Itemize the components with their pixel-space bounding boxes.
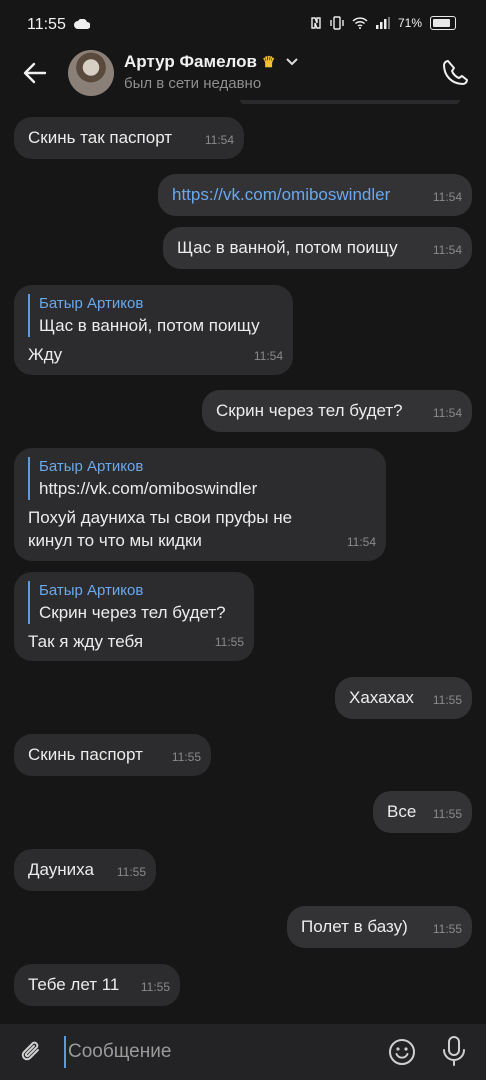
message-time: 11:55 — [116, 865, 146, 879]
crown-icon: ♛ — [261, 54, 276, 71]
message-text: Похуй дауниха ты свои пруфы не кинул то … — [28, 508, 293, 550]
message-time: 11:55 — [432, 693, 462, 707]
signal-icon — [375, 17, 390, 29]
wifi-icon — [352, 17, 368, 29]
message-composer: Сообщение — [0, 1024, 486, 1080]
message-outgoing[interactable]: Все 11:55 — [373, 791, 472, 833]
reply-quote[interactable]: Батыр Артиков https://vk.com/omiboswindl… — [28, 457, 372, 500]
message-time: 11:54 — [253, 349, 283, 363]
message-incoming[interactable]: Дауниха 11:55 — [14, 849, 156, 891]
message-time: 11:55 — [171, 750, 201, 764]
chevron-down-icon — [286, 58, 299, 66]
avatar[interactable] — [68, 50, 114, 96]
message-time: 11:54 — [432, 190, 462, 204]
chat-header: Артур Фамелов ♛ был в сети недавно — [0, 48, 486, 100]
contact-name-row[interactable]: Артур Фамелов ♛ — [124, 52, 299, 72]
message-incoming[interactable]: Скинь так паспорт 11:54 — [14, 117, 244, 159]
battery-percent: 71% — [397, 16, 422, 30]
message-incoming[interactable]: Скинь паспорт 11:55 — [14, 734, 211, 776]
last-seen-status: был в сети недавно — [124, 75, 262, 92]
message-time: 11:55 — [432, 922, 462, 936]
message-time: 11:54 — [432, 406, 462, 420]
message-time: 11:55 — [432, 807, 462, 821]
message-outgoing[interactable]: Хахахах 11:55 — [335, 677, 472, 719]
message-time: 11:54 — [346, 535, 376, 549]
message-time: 11:55 — [140, 980, 170, 994]
reply-text: https://vk.com/omiboswindler — [39, 479, 258, 498]
message-text: Так я жду тебя — [28, 632, 144, 651]
paperclip-icon[interactable] — [18, 1038, 46, 1066]
microphone-icon[interactable] — [440, 1035, 468, 1067]
status-time: 11:55 — [27, 16, 66, 33]
reply-author: Батыр Артиков — [39, 295, 144, 312]
message-time: 11:55 — [214, 635, 244, 649]
message-text: Жду — [28, 345, 63, 364]
message-time: 11:54 — [204, 133, 234, 147]
battery-icon — [430, 16, 456, 30]
reply-quote[interactable]: Батыр Артиков Скрин через тел будет? — [28, 581, 240, 624]
reply-text: Щас в ванной, потом поищу — [39, 316, 260, 335]
message-input[interactable]: Сообщение — [64, 1036, 368, 1068]
message-link[interactable]: https://vk.com/omiboswindler — [172, 183, 458, 206]
message-incoming[interactable]: Тебе лет 11 11:55 — [14, 964, 180, 1006]
message-list[interactable]: Скинь так паспорт 11:54 https://vk.com/o… — [0, 100, 486, 1024]
message-text: Щас в ванной, потом поищу — [177, 238, 398, 257]
back-arrow-icon[interactable] — [20, 58, 50, 88]
emoji-icon[interactable] — [387, 1037, 417, 1067]
message-outgoing[interactable]: https://vk.com/omiboswindler 11:54 — [158, 174, 472, 216]
status-icons: 71% — [310, 16, 456, 30]
message-text: Скинь так паспорт — [28, 128, 173, 147]
message-text: Скрин через тел будет? — [216, 401, 403, 420]
reply-quote[interactable]: Батыр Артиков Щас в ванной, потом поищу — [28, 294, 279, 337]
message-outgoing[interactable]: Скрин через тел будет? 11:54 — [202, 390, 472, 432]
contact-name: Артур Фамелов — [124, 52, 257, 71]
reply-text: Скрин через тел будет? — [39, 603, 226, 622]
reply-author: Батыр Артиков — [39, 458, 144, 475]
message-outgoing[interactable]: Полет в базу) 11:55 — [287, 906, 472, 948]
message-outgoing[interactable]: Щас в ванной, потом поищу 11:54 — [163, 227, 472, 269]
phone-icon[interactable] — [440, 58, 470, 88]
cloud-icon — [74, 19, 90, 29]
message-incoming-reply[interactable]: Батыр Артиков Скрин через тел будет? Так… — [14, 572, 254, 661]
message-incoming-reply[interactable]: Батыр Артиков Щас в ванной, потом поищу … — [14, 285, 293, 375]
message-incoming-reply[interactable]: Батыр Артиков https://vk.com/omiboswindl… — [14, 448, 386, 561]
vibrate-icon — [330, 16, 344, 30]
message-time: 11:54 — [432, 243, 462, 257]
status-bar: 11:55 71% — [0, 0, 486, 48]
previous-message-edge — [240, 100, 460, 104]
reply-author: Батыр Артиков — [39, 582, 144, 599]
nfc-icon — [311, 17, 321, 29]
